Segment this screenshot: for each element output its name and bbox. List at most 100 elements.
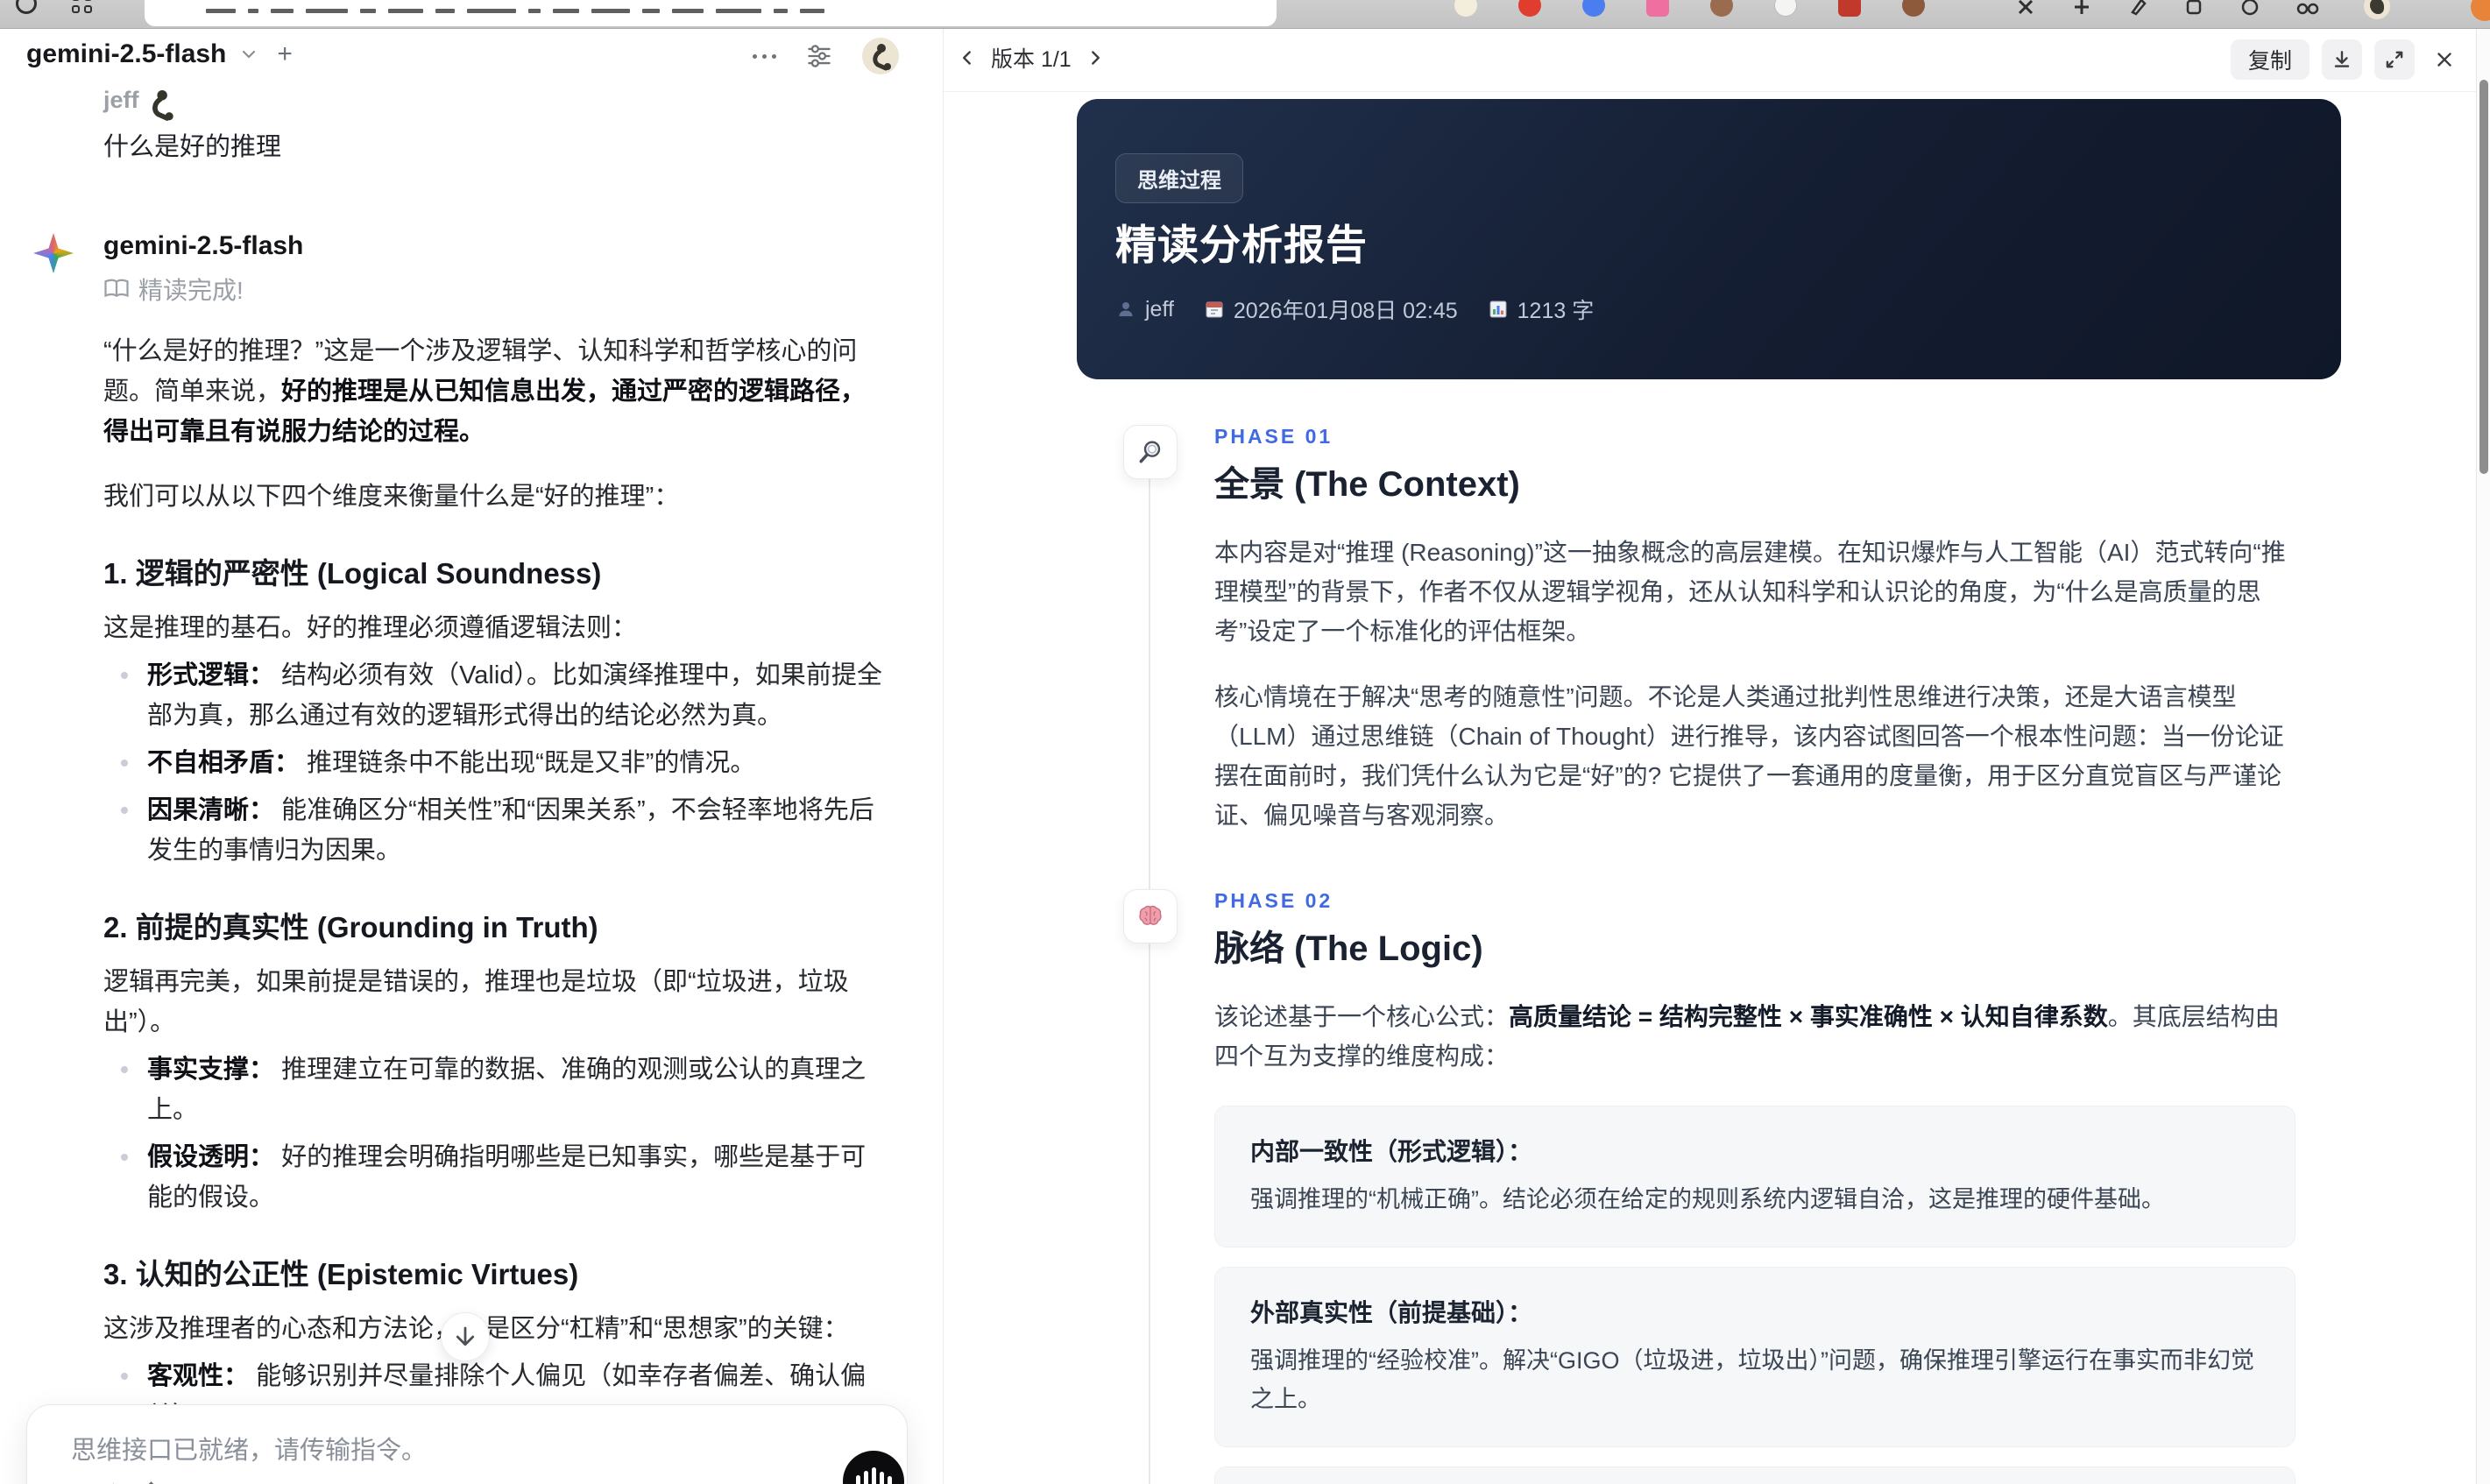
extension-icon[interactable] (1838, 0, 1861, 17)
chevron-down-icon[interactable] (238, 44, 259, 65)
date-meta: 2026年01月08日 02:45 (1204, 293, 1458, 325)
close-icon (2437, 53, 2451, 67)
close-panel-button[interactable] (2427, 39, 2462, 80)
doc-paragraph: 该论述基于一个核心公式：高质量结论 = 结构完整性 × 事实准确性 × 认知自律… (1214, 1003, 2280, 1070)
bullet-list: 事实支撑： 推理建立在可靠的数据、准确的观测或公认的真理之上。 假设透明： 好的… (103, 1049, 885, 1218)
prev-version-icon[interactable] (956, 46, 979, 69)
user-avatar[interactable] (862, 38, 899, 74)
user-name: jeff (103, 87, 139, 113)
circle-icon[interactable] (2239, 0, 2260, 18)
report-hero-card: 思维过程 精读分析报告 jeff 2026年01月08日 02:45 1213 … (1077, 99, 2341, 379)
dimension-card: 内部一致性（形式逻辑）： 强调推理的“机械正确”。结论必须在给定的规则系统内逻辑… (1214, 1106, 2295, 1247)
assistant-name: gemini-2.5-flash (103, 231, 304, 260)
box-icon[interactable] (2183, 0, 2204, 18)
artifact-content[interactable]: 思维过程 精读分析报告 jeff 2026年01月08日 02:45 1213 … (944, 92, 2476, 1484)
assistant-status: 精读完成! (103, 272, 885, 307)
version-label: 版本 1/1 (991, 47, 1072, 72)
apps-grid-icon[interactable] (72, 0, 93, 14)
extension-icon[interactable] (1646, 0, 1669, 17)
arrow-down-icon (456, 1326, 475, 1346)
phase-label: PHASE 01 (1214, 425, 1333, 448)
phase-timeline-line (1149, 451, 1150, 1484)
chat-input[interactable]: 思维接口已就绪，请传输指令。 + (26, 1404, 908, 1484)
assistant-paragraph: “什么是好的推理？”这是一个涉及逻辑学、认知科学和哲学核心的问题。简单来说，好的… (103, 337, 867, 446)
download-icon (2334, 51, 2350, 67)
browser-edge-icon[interactable] (2471, 0, 2490, 21)
assistant-message: gemini-2.5-flash 精读完成! “什么是好的推理？”这是一个涉及逻… (33, 231, 885, 1484)
artifact-toolbar: 版本 1/1 复制 (944, 29, 2476, 92)
report-title: 精读分析报告 (1115, 222, 1368, 268)
browser-extension-icons[interactable] (1454, 0, 1925, 17)
section-heading: 3. 认知的公正性 (Epistemic Virtues) (103, 1258, 579, 1290)
bullet-list: 形式逻辑： 结构必须有效（Valid）。比如演绎推理中，如果前提全部为真，那么通… (103, 655, 885, 871)
section-desc: 逻辑再完美，如果前提是错误的，推理也是垃圾（即“垃圾进，垃圾出”）。 (103, 968, 849, 1036)
scrollbar-track[interactable] (2476, 29, 2490, 1484)
browser-toolbar (0, 0, 2490, 29)
copy-button[interactable]: 复制 (2230, 39, 2310, 80)
card-title: 内部一致性（形式逻辑）： (1250, 1138, 1533, 1165)
extension-icon[interactable] (1774, 0, 1797, 17)
chat-panel: gemini-2.5-flash + jeff 什么是好的推理 gemini-2… (0, 29, 943, 1484)
phase-section-logic: PHASE 02 脉络 (The Logic) 该论述基于一个核心公式：高质量结… (1123, 889, 2295, 1484)
status-text: 精读完成! (138, 277, 244, 304)
section-heading: 1. 逻辑的严密性 (Logical Soundness) (103, 557, 602, 590)
browser-profile-avatar[interactable] (2364, 0, 2390, 19)
phase-title: 全景 (The Context) (1214, 465, 1520, 504)
gemini-star-icon (33, 233, 74, 273)
bar-chart-icon (1489, 300, 1507, 318)
section-desc: 这是推理的基石。好的推理必须遵循逻辑法则： (103, 614, 638, 642)
list-item: 事实支撑： 推理建立在可靠的数据、准确的观测或公认的真理之上。 (103, 1049, 885, 1130)
browser-nav-icons[interactable] (16, 0, 93, 14)
expand-icon (2386, 51, 2403, 68)
list-item: 形式逻辑： 结构必须有效（Valid）。比如演绎推理中，如果前提全部为真，那么通… (103, 655, 885, 736)
phase-title: 脉络 (The Logic) (1214, 929, 1483, 968)
expand-button[interactable] (2374, 39, 2415, 80)
address-bar[interactable] (145, 0, 1277, 26)
next-version-icon[interactable] (1084, 46, 1107, 69)
extension-icon[interactable] (1582, 0, 1605, 17)
section-desc: 这涉及推理者的心态和方法论，也是区分“杠精”和“思想家”的关键： (103, 1309, 885, 1349)
model-selector[interactable]: gemini-2.5-flash (26, 39, 226, 69)
report-meta: jeff 2026年01月08日 02:45 1213 字 (1115, 293, 1594, 325)
magnifier-icon (1123, 425, 1178, 479)
address-text-clipped (206, 9, 824, 13)
dimension-card: 主体伦理（认识美德）： 转向推理者的心理特征。引入奥卡姆剃刀和反向论证，旨在克服… (1214, 1466, 2295, 1484)
new-chat-button[interactable]: + (277, 39, 293, 69)
download-button[interactable] (2322, 39, 2362, 80)
user-message: jeff 什么是好的推理 (103, 81, 885, 163)
doc-paragraph: 核心情境在于解决“思考的随意性”问题。不论是人类通过批判性思维进行决策，还是大语… (1214, 683, 2284, 829)
list-item: 不自相矛盾： 推理链条中不能出现“既是又非”的情况。 (103, 743, 885, 783)
person-icon (1119, 302, 1133, 316)
phase-label: PHASE 02 (1214, 889, 1333, 912)
extension-icon[interactable] (1518, 0, 1541, 17)
sliders-icon[interactable] (806, 43, 832, 69)
tool-icon[interactable] (2015, 0, 2036, 18)
card-title: 外部真实性（前提基础）： (1250, 1299, 1533, 1326)
browser-action-icons[interactable] (2015, 0, 2320, 18)
list-item: 假设透明： 好的推理会明确指明哪些是已知事实，哪些是基于可能的假设。 (103, 1137, 885, 1218)
dimension-card: 外部真实性（前提基础）： 强调推理的“经验校准”。解决“GIGO（垃圾进，垃圾出… (1214, 1267, 2295, 1447)
doc-paragraph: 本内容是对“推理 (Reasoning)”这一抽象概念的高层建模。在知识爆炸与人… (1214, 539, 2286, 645)
more-options-icon[interactable] (753, 53, 776, 59)
assistant-paragraph: 我们可以从以下四个维度来衡量什么是“好的推理”： (103, 483, 680, 511)
chat-input-placeholder: 思维接口已就绪，请传输指令。 (71, 1437, 428, 1465)
word-count-meta: 1213 字 (1488, 293, 1594, 325)
extension-icon[interactable] (1454, 0, 1477, 17)
extension-icon[interactable] (1710, 0, 1733, 17)
section-heading: 2. 前提的真实性 (Grounding in Truth) (103, 911, 598, 943)
scrollbar-thumb[interactable] (2479, 80, 2488, 474)
brain-icon (1123, 889, 1178, 943)
artifact-panel: 版本 1/1 复制 思维过程 精读分析报告 jeff 2026年01月08日 0… (943, 29, 2476, 1484)
list-item: 因果清晰： 能准确区分“相关性”和“因果关系”，不会轻率地将先后发生的事情归为因… (103, 790, 885, 871)
card-text: 强调推理的“经验校准”。解决“GIGO（垃圾进，垃圾出）”问题，确保推理引擎运行… (1250, 1347, 2254, 1412)
pen-icon[interactable] (2127, 0, 2148, 18)
reload-icon[interactable] (16, 0, 37, 14)
extension-icon[interactable] (1902, 0, 1925, 17)
chat-header: gemini-2.5-flash + (0, 29, 943, 81)
tool-icon[interactable] (2071, 0, 2092, 18)
author-meta: jeff (1115, 297, 1174, 322)
scroll-to-bottom-button[interactable] (441, 1312, 490, 1361)
calendar-icon (1206, 301, 1223, 318)
user-message-text: 什么是好的推理 (103, 133, 282, 161)
glasses-icon[interactable] (2295, 0, 2320, 18)
